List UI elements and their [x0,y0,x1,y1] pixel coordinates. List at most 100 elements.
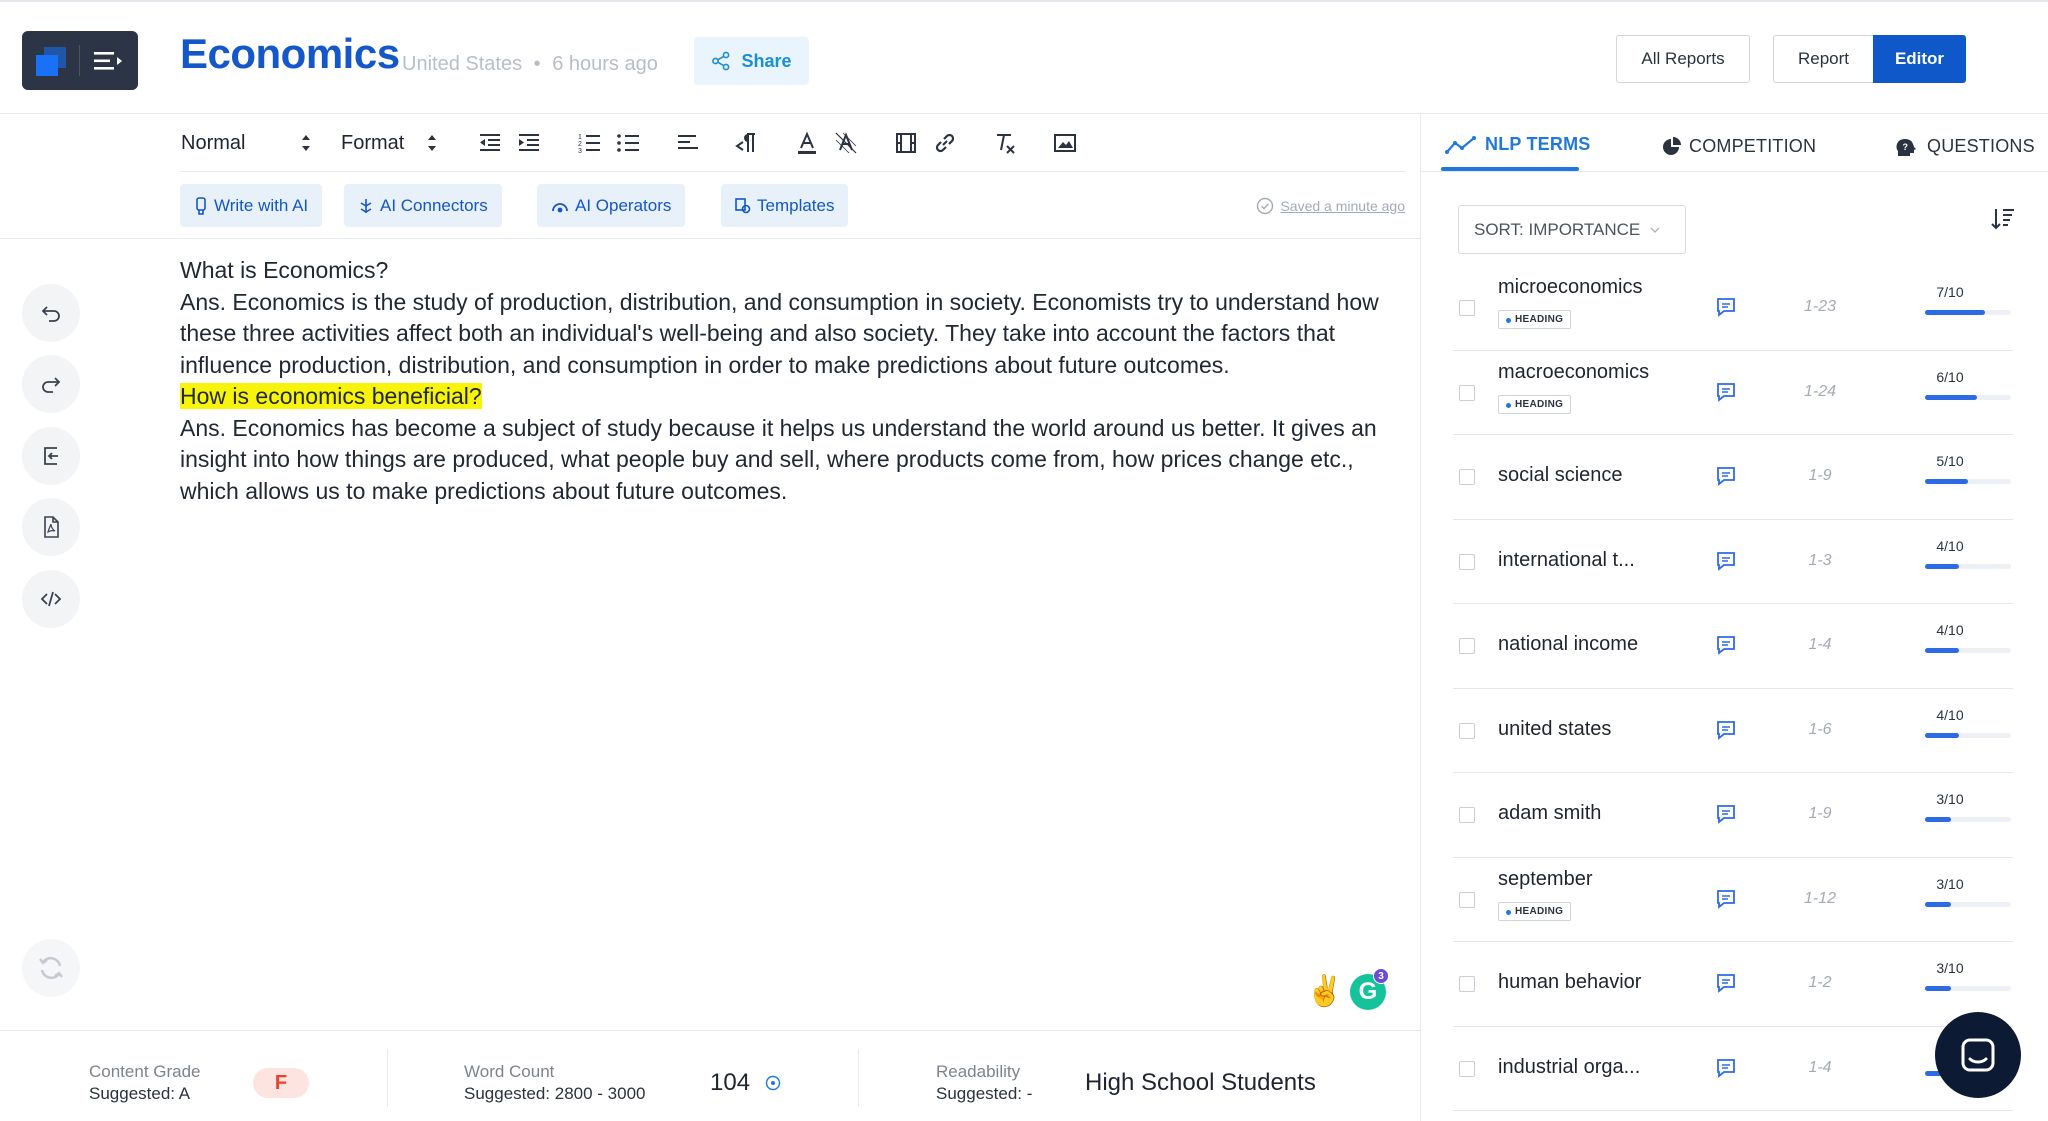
victory-hand-icon[interactable]: ✌️ [1306,974,1343,1009]
templates-icon [735,197,751,213]
chat-support-button[interactable] [1935,1012,2021,1098]
term-checkbox[interactable] [1459,891,1475,908]
write-ai-icon [196,196,206,215]
term-row[interactable]: microeconomics HEADING 1-23 7/10 [1453,266,2013,351]
terms-panel: NLP TERMS COMPETITION ? QUESTIONS SORT: … [1420,114,2048,1121]
comment-icon[interactable] [1715,719,1737,741]
comment-icon[interactable] [1715,296,1737,318]
undo-button[interactable] [22,284,80,342]
write-with-ai-button[interactable]: Write with AI [180,184,323,227]
term-row[interactable]: national income 1-4 4/10 [1453,604,2013,689]
operators-icon [552,202,568,212]
tab-questions[interactable]: ? QUESTIONS [1895,136,2035,157]
term-checkbox[interactable] [1459,300,1475,316]
editor-content[interactable]: What is Economics? Ans. Economics is the… [180,255,1390,507]
background-color-icon[interactable] [833,130,859,156]
term-name: september [1498,867,1593,890]
term-row[interactable]: adam smith 1-9 3/10 [1453,773,2013,858]
term-score-fill [1925,732,1960,738]
term-checkbox[interactable] [1459,638,1475,654]
sync-button[interactable] [22,939,80,997]
comment-icon[interactable] [1715,550,1737,572]
term-score-fill [1925,563,1960,569]
comment-icon[interactable] [1715,465,1737,487]
report-view-button[interactable]: Report [1773,35,1874,83]
link-icon[interactable] [932,130,958,156]
term-checkbox[interactable] [1459,384,1475,401]
comment-icon[interactable] [1715,803,1737,825]
target-icon[interactable] [765,1075,781,1091]
term-score: 4/10 [1936,622,1964,638]
comment-icon[interactable] [1715,381,1737,403]
chat-icon [1961,1038,1995,1072]
export-pdf-button[interactable] [22,498,80,556]
sort-dropdown[interactable]: SORT: IMPORTANCE [1458,205,1686,254]
code-icon [40,591,62,607]
bullet-list-icon[interactable] [615,130,641,156]
term-row[interactable]: macroeconomics HEADING 1-24 6/10 [1453,351,2013,435]
share-button[interactable]: Share [694,37,809,85]
term-usage-range: 1-9 [1808,805,1832,822]
saved-status-text[interactable]: Saved a minute ago [1280,198,1405,214]
app-logo-menu[interactable] [22,31,138,90]
menu-icon[interactable] [92,49,124,73]
tab-nlp-terms[interactable]: NLP TERMS [1445,134,1590,155]
term-checkbox[interactable] [1459,553,1475,570]
term-score-bar [1925,732,2011,738]
redo-icon [42,377,61,393]
editor-view-button[interactable]: Editor [1873,35,1966,83]
term-score-bar [1925,394,2011,400]
term-checkbox[interactable] [1459,469,1475,485]
term-row[interactable]: human behavior 1-2 3/10 [1453,942,2013,1027]
editor-toolbar: Normal Format 123 [180,114,1405,172]
select-arrows-icon [302,135,310,151]
format-select[interactable]: Format [341,132,404,155]
stats-footer: Content Grade Suggested: A F Word Count … [0,1030,1420,1121]
term-checkbox[interactable] [1459,1060,1475,1077]
term-usage-range: 1-12 [1803,889,1837,907]
paragraph-style-select[interactable]: Normal [181,132,245,155]
term-checkbox[interactable] [1459,976,1475,992]
term-row[interactable]: united states 1-6 4/10 [1453,689,2013,773]
term-checkbox[interactable] [1459,722,1475,739]
redo-button[interactable] [22,355,80,413]
term-row[interactable]: social science 1-9 5/10 [1453,435,2013,520]
import-button[interactable] [22,427,80,485]
embed-code-button[interactable] [22,570,80,628]
term-score-bar [1925,986,2011,991]
comment-icon[interactable] [1715,634,1737,656]
ai-connectors-button[interactable]: AI Connectors [344,184,502,227]
terms-list: microeconomics HEADING 1-23 7/10 macroeconom… [1453,266,2013,1111]
sort-order-icon[interactable] [1990,206,2016,232]
content-grade-label: Content Grade [89,1062,201,1081]
term-row[interactable]: international t... 1-3 4/10 [1453,520,2013,604]
ai-operators-button[interactable]: AI Operators [537,184,686,227]
templates-button[interactable]: Templates [721,184,849,227]
content-grade-badge: F [253,1068,309,1098]
image-icon[interactable] [1052,130,1078,156]
svg-text:2: 2 [578,141,582,148]
tab-competition[interactable]: COMPETITION [1661,136,1816,157]
share-label: Share [741,50,792,71]
align-left-icon[interactable] [675,130,701,156]
clear-format-icon[interactable] [992,130,1018,156]
text-direction-icon[interactable] [734,130,760,156]
term-row[interactable]: september HEADING 1-12 3/10 [1453,858,2013,942]
ordered-list-icon[interactable]: 123 [576,130,602,156]
word-count-stat: Word Count Suggested: 2800 - 3000 [464,1061,645,1105]
font-color-icon[interactable] [794,130,820,156]
term-name: human behavior [1498,971,1642,993]
term-checkbox[interactable] [1459,807,1475,823]
outdent-icon[interactable] [477,130,503,156]
comment-icon[interactable] [1715,1057,1737,1079]
panel-tabs: NLP TERMS COMPETITION ? QUESTIONS [1421,114,2048,172]
term-row[interactable]: industrial orga... 1-4 [1453,1027,2013,1111]
term-name: industrial orga... [1498,1055,1641,1078]
video-icon[interactable] [893,130,919,156]
indent-icon[interactable] [516,130,542,156]
footer-divider [387,1049,388,1107]
comment-icon[interactable] [1715,888,1737,910]
term-usage-range: 1-4 [1808,636,1832,653]
comment-icon[interactable] [1715,972,1737,994]
all-reports-button[interactable]: All Reports [1616,35,1750,83]
